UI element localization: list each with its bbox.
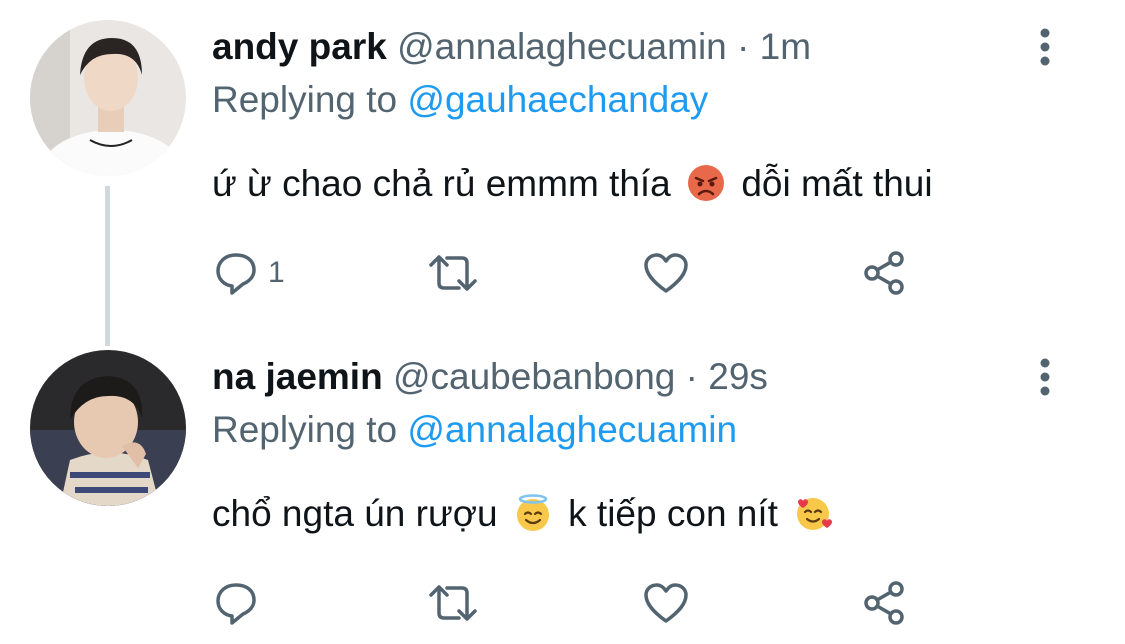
separator: · <box>685 356 698 397</box>
share-icon <box>860 579 908 627</box>
tweet-actions <box>210 578 930 628</box>
replying-prefix: Replying to <box>212 79 398 120</box>
tweet-text: ứ ừ chao chả rủ emmm thía dỗi mất thui <box>212 160 933 208</box>
reply-icon <box>214 251 258 295</box>
share-icon <box>860 249 908 297</box>
reply-count: 1 <box>268 256 285 289</box>
reply-button[interactable] <box>214 578 268 628</box>
display-name[interactable]: andy park <box>212 26 387 67</box>
share-button[interactable] <box>860 578 908 628</box>
handle[interactable]: @annalaghecuamin <box>397 26 727 67</box>
pouting-face-emoji <box>687 164 725 202</box>
retweet-button[interactable] <box>425 248 481 298</box>
replying-prefix: Replying to <box>212 409 398 450</box>
timestamp[interactable]: 1m <box>760 26 811 67</box>
thread-line <box>105 186 110 346</box>
separator: · <box>737 26 750 67</box>
reply-icon <box>214 581 258 625</box>
smiling-face-with-hearts-emoji <box>794 494 833 532</box>
handle[interactable]: @caubebanbong <box>393 356 675 397</box>
tweet-text-part: chổ ngta ún rượu <box>212 493 498 534</box>
tweet-actions: 1 <box>210 248 930 298</box>
tweet-header: andy park @annalaghecuamin · 1m <box>212 23 811 71</box>
tweet-andy-park[interactable]: andy park @annalaghecuamin · 1m Replying… <box>0 0 1125 346</box>
like-icon <box>642 251 690 295</box>
retweet-button[interactable] <box>425 578 481 628</box>
avatar[interactable] <box>30 20 186 176</box>
retweet-icon <box>425 581 481 625</box>
retweet-icon <box>425 251 481 295</box>
replying-handle-link[interactable]: @annalaghecuamin <box>407 409 737 450</box>
tweet-text-part: k tiếp con nít <box>568 493 778 534</box>
like-icon <box>642 581 690 625</box>
replying-to: Replying to @gauhaechanday <box>212 76 708 124</box>
more-icon[interactable] <box>1030 353 1060 401</box>
tweet-header: na jaemin @caubebanbong · 29s <box>212 353 768 401</box>
tweet-text-part: ứ ừ chao chả rủ emmm thía <box>212 163 671 204</box>
timestamp[interactable]: 29s <box>708 356 768 397</box>
replying-handle-link[interactable]: @gauhaechanday <box>407 79 708 120</box>
avatar[interactable] <box>30 350 186 506</box>
share-button[interactable] <box>860 248 908 298</box>
reply-button[interactable]: 1 <box>214 248 285 298</box>
smiling-face-with-halo-emoji <box>514 494 552 532</box>
like-button[interactable] <box>642 578 690 628</box>
display-name[interactable]: na jaemin <box>212 356 383 397</box>
tweet-text: chổ ngta ún rượu k tiếp con nít <box>212 490 838 538</box>
more-icon[interactable] <box>1030 23 1060 71</box>
like-button[interactable] <box>642 248 690 298</box>
tweet-text-part: dỗi mất thui <box>741 163 933 204</box>
replying-to: Replying to @annalaghecuamin <box>212 406 737 454</box>
tweet-na-jaemin[interactable]: na jaemin @caubebanbong · 29s Replying t… <box>0 330 1125 644</box>
